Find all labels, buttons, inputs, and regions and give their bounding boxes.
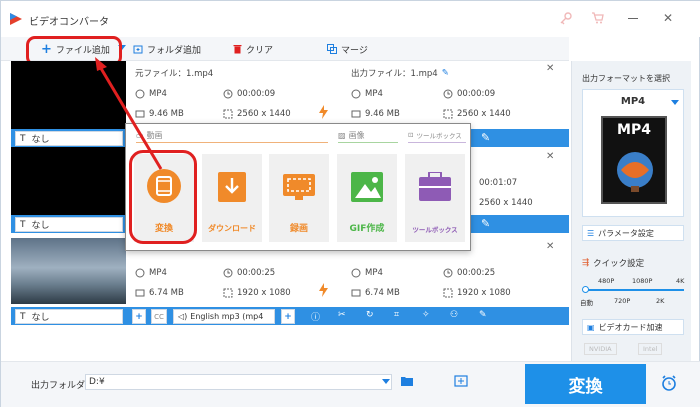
open-folder-icon[interactable]: [454, 375, 468, 387]
chevron-down-icon[interactable]: [382, 379, 390, 385]
bottom-bar: 出力フォルダ： D:¥ 変換: [1, 361, 700, 407]
alarm-clock-icon[interactable]: [660, 374, 678, 392]
browse-folder-icon[interactable]: [400, 375, 414, 387]
convert-button[interactable]: 変換: [525, 364, 646, 404]
annotation-arrow: [95, 57, 163, 170]
output-folder-input[interactable]: D:¥: [85, 374, 392, 390]
app-window: ビデオコンバータ ✕ + ファイル追加 フォルダ追加 クリア マージ 元ファイル…: [0, 0, 700, 407]
